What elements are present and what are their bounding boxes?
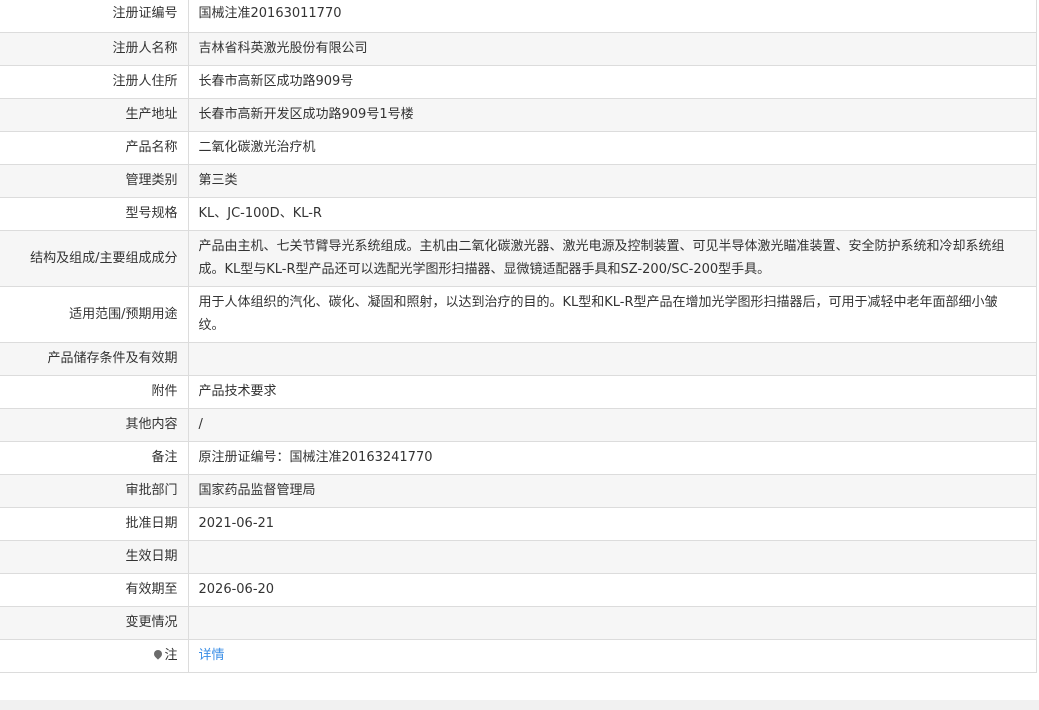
row-intended-use: 适用范围/预期用途 用于人体组织的汽化、碳化、凝固和照射，以达到治疗的目的。KL… [0,285,1037,343]
row-model-spec: 型号规格 KL、JC-100D、KL-R [0,196,1037,231]
row-label: 注册人名称 [0,31,189,66]
row-label: 变更情况 [0,605,189,640]
row-value [188,605,1037,640]
row-label: 注册人住所 [0,64,189,99]
row-value: 原注册证编号：国械注准20163241770 [188,440,1037,475]
row-storage-validity: 产品储存条件及有效期 [0,341,1037,376]
row-value: 国械注准20163011770 [188,0,1037,33]
row-label: 生效日期 [0,539,189,574]
row-management-category: 管理类别 第三类 [0,163,1037,198]
row-label: 生产地址 [0,97,189,132]
row-label: 注册证编号 [0,0,189,33]
row-value: 产品由主机、七关节臂导光系统组成。主机由二氧化碳激光器、激光电源及控制装置、可见… [188,229,1037,287]
row-other-content: 其他内容 / [0,407,1037,442]
note-value-cell: 详情 [188,638,1037,673]
row-label: 批准日期 [0,506,189,541]
row-value: 国家药品监督管理局 [188,473,1037,508]
row-approval-date: 批准日期 2021-06-21 [0,506,1037,541]
row-change-status: 变更情况 [0,605,1037,640]
row-value: 用于人体组织的汽化、碳化、凝固和照射，以达到治疗的目的。KL型和KL-R型产品在… [188,285,1037,343]
row-value: 长春市高新区成功路909号 [188,64,1037,99]
row-value [188,539,1037,574]
row-production-address: 生产地址 长春市高新开发区成功路909号1号楼 [0,97,1037,132]
row-label: 附件 [0,374,189,409]
row-label: 适用范围/预期用途 [0,285,189,343]
row-effective-date: 生效日期 [0,539,1037,574]
row-product-name: 产品名称 二氧化碳激光治疗机 [0,130,1037,165]
row-value: 吉林省科英激光股份有限公司 [188,31,1037,66]
row-value: 2021-06-21 [188,506,1037,541]
row-value: 第三类 [188,163,1037,198]
details-link[interactable]: 详情 [199,648,225,663]
row-registrant-address: 注册人住所 长春市高新区成功路909号 [0,64,1037,99]
row-structure-composition: 结构及组成/主要组成成分 产品由主机、七关节臂导光系统组成。主机由二氧化碳激光器… [0,229,1037,287]
row-value [188,341,1037,376]
note-label-cell: 注 [0,638,189,673]
row-value: / [188,407,1037,442]
row-label: 型号规格 [0,196,189,231]
row-note: 注 详情 [0,638,1037,673]
row-label: 结构及组成/主要组成成分 [0,229,189,287]
row-label: 有效期至 [0,572,189,607]
row-value: KL、JC-100D、KL-R [188,196,1037,231]
row-label: 备注 [0,440,189,475]
row-attachment: 附件 产品技术要求 [0,374,1037,409]
row-approval-department: 审批部门 国家药品监督管理局 [0,473,1037,508]
note-label: 注 [164,648,178,663]
row-value: 长春市高新开发区成功路909号1号楼 [188,97,1037,132]
registration-detail-table: 注册证编号 国械注准20163011770 注册人名称 吉林省科英激光股份有限公… [0,0,1037,673]
row-valid-until: 有效期至 2026-06-20 [0,572,1037,607]
row-label: 其他内容 [0,407,189,442]
pin-icon [152,648,165,660]
row-registration-number: 注册证编号 国械注准20163011770 [0,0,1037,33]
row-label: 审批部门 [0,473,189,508]
row-registrant-name: 注册人名称 吉林省科英激光股份有限公司 [0,31,1037,66]
row-value: 二氧化碳激光治疗机 [188,130,1037,165]
page-footer-bar [0,700,1039,710]
registration-detail-page: 注册证编号 国械注准20163011770 注册人名称 吉林省科英激光股份有限公… [0,0,1039,710]
row-label: 产品名称 [0,130,189,165]
row-value: 产品技术要求 [188,374,1037,409]
row-value: 2026-06-20 [188,572,1037,607]
row-label: 产品储存条件及有效期 [0,341,189,376]
row-remarks: 备注 原注册证编号：国械注准20163241770 [0,440,1037,475]
row-label: 管理类别 [0,163,189,198]
